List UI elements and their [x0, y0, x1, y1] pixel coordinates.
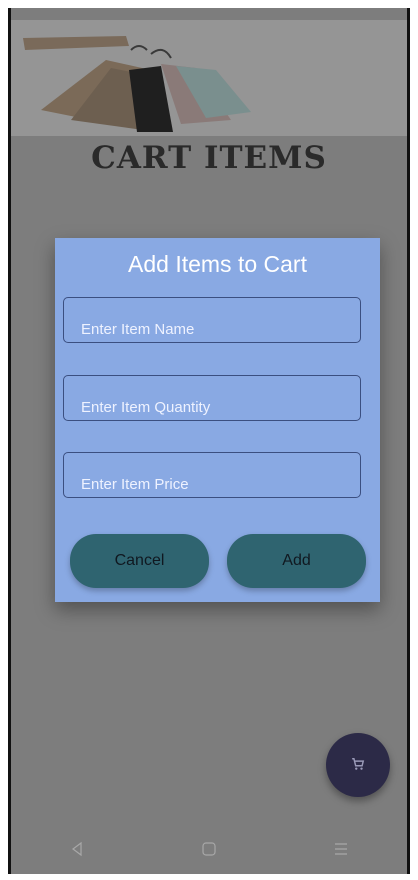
add-items-dialog: Add Items to Cart Cancel Add: [55, 238, 380, 602]
back-icon: [69, 841, 85, 861]
page-title: CART ITEMS: [91, 140, 327, 176]
item-name-input[interactable]: [63, 297, 361, 343]
item-price-input[interactable]: [63, 452, 361, 498]
app-screen: CART ITEMS Add Items to Cart Cancel Add: [8, 8, 410, 874]
recents-icon: [333, 841, 349, 861]
home-icon: [201, 841, 217, 861]
dialog-title: Add Items to Cart: [128, 251, 307, 277]
cart-icon: [351, 756, 365, 775]
system-navigation-bar: [11, 828, 407, 874]
recents-button[interactable]: [326, 836, 356, 866]
cart-fab-button[interactable]: [326, 733, 390, 797]
item-quantity-input[interactable]: [63, 375, 361, 421]
shopping-bags-banner-image: [11, 20, 407, 136]
add-button[interactable]: Add: [227, 534, 366, 588]
back-button[interactable]: [62, 836, 92, 866]
cancel-button[interactable]: Cancel: [70, 534, 209, 588]
home-button[interactable]: [194, 836, 224, 866]
